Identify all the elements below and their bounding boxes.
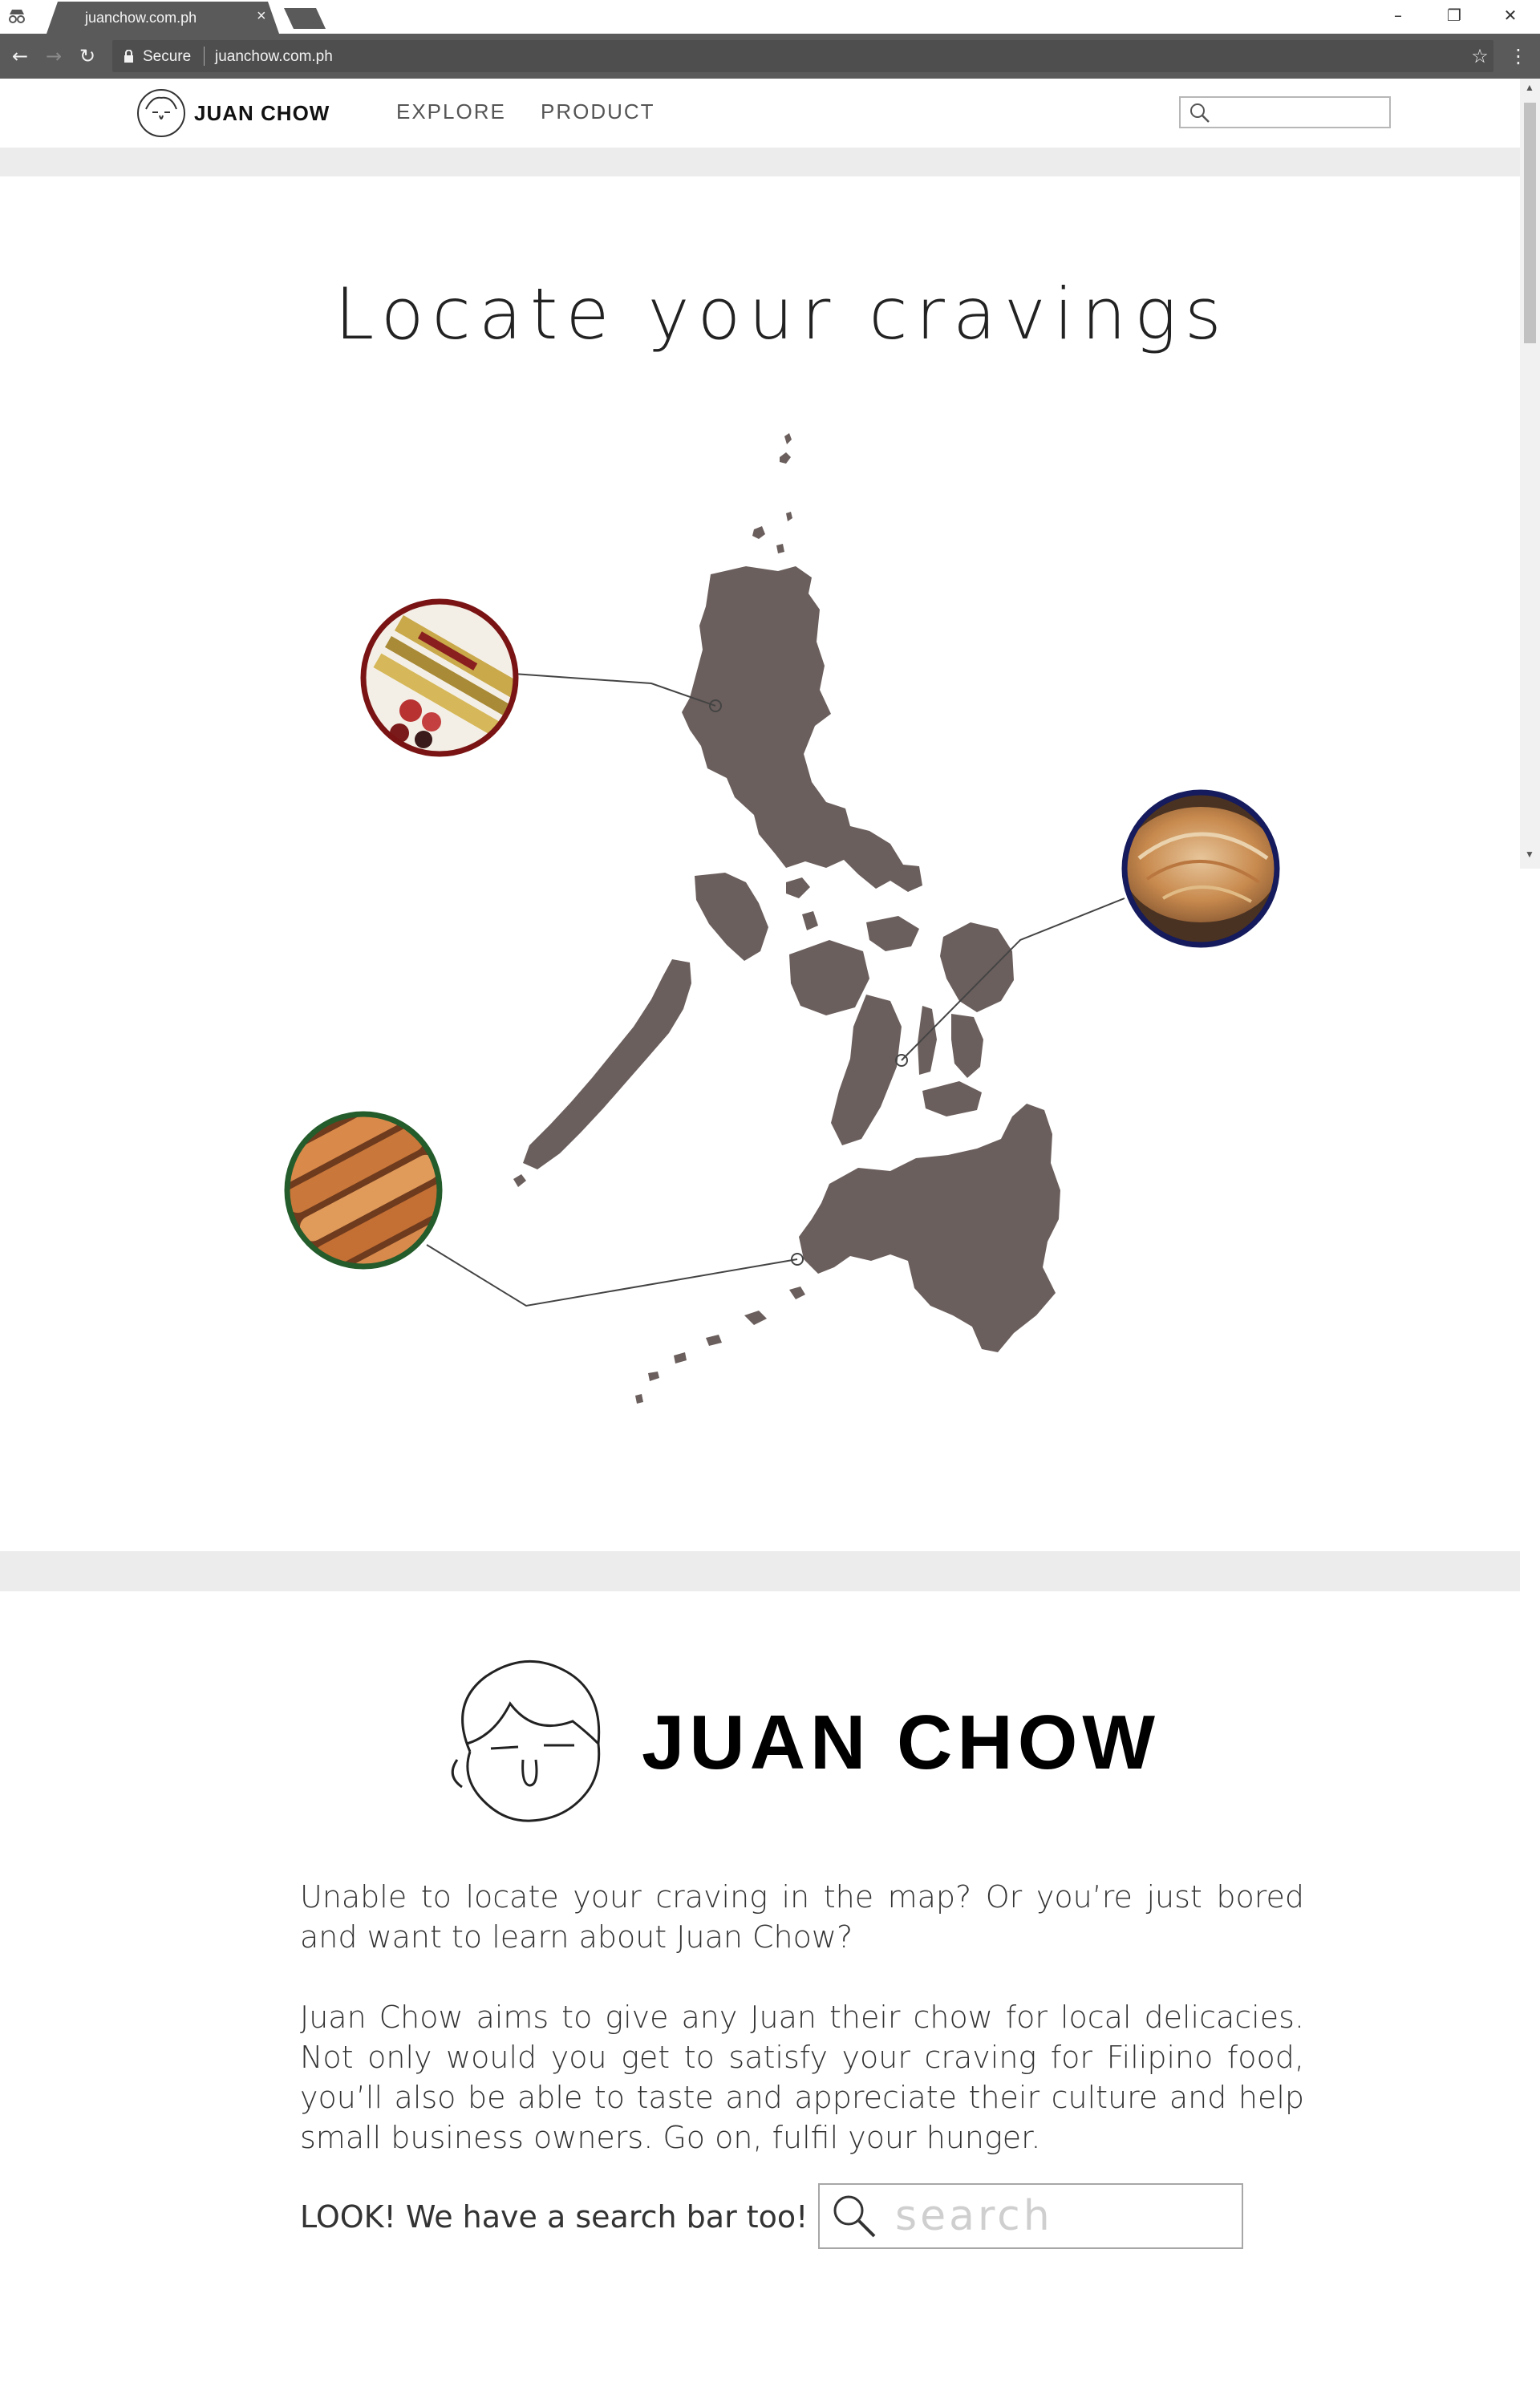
mindanao-craving-photo[interactable]	[265, 1094, 472, 1302]
lock-icon	[124, 50, 133, 63]
browser-menu-icon[interactable]: ⋮	[1505, 40, 1532, 72]
new-tab-button[interactable]	[284, 8, 326, 29]
browser-toolbar: ← → ↻ Secure juanchow.com.ph ☆ ⋮	[0, 34, 1540, 79]
secure-label: Secure	[143, 48, 192, 65]
search-icon	[1190, 103, 1210, 123]
scroll-up-arrow-icon[interactable]: ▲	[1525, 82, 1534, 93]
header-search[interactable]	[1179, 96, 1391, 128]
about-search-input[interactable]	[895, 2191, 1232, 2241]
page-scrollbar[interactable]: ▲ ▼	[1520, 79, 1540, 869]
url-text[interactable]: juanchow.com.ph	[215, 48, 333, 66]
juan-chow-face-icon	[451, 1659, 601, 1822]
visayas-craving-photo[interactable]	[1121, 789, 1283, 950]
search-prompt-text: LOOK! We have a search bar too!	[300, 2199, 808, 2235]
about-intro-text: Unable to locate your craving in the map…	[300, 1879, 1304, 1955]
url-separator	[204, 47, 205, 66]
tab-title: juanchow.com.ph	[85, 10, 197, 26]
logo-face-icon[interactable]	[136, 88, 186, 138]
minimize-button[interactable]: –	[1378, 3, 1418, 27]
luzon-craving-photo[interactable]	[360, 598, 535, 762]
back-button[interactable]: ←	[6, 42, 34, 71]
philippines-map	[265, 433, 1283, 1404]
about-logo-text: JUAN CHOW	[642, 1700, 1160, 1785]
about-mission-text: Juan Chow aims to give any Juan their ch…	[300, 2000, 1304, 2155]
divider-band-middle	[0, 1551, 1520, 1591]
incognito-icon	[9, 10, 25, 23]
reload-button[interactable]: ↻	[74, 42, 101, 71]
browser-tabstrip: juanchow.com.ph × – ❐ ✕	[0, 0, 1540, 34]
locate-title: Locate your cravings	[334, 273, 1230, 355]
scroll-down-arrow-icon[interactable]: ▼	[1525, 849, 1534, 860]
logo-text[interactable]: JUAN CHOW	[194, 101, 330, 126]
nav-product[interactable]: PRODUCT	[541, 99, 655, 124]
browser-tab[interactable]: juanchow.com.ph ×	[47, 2, 279, 34]
close-window-button[interactable]: ✕	[1490, 3, 1530, 27]
tab-close-icon[interactable]: ×	[257, 7, 266, 26]
search-icon	[833, 2195, 876, 2238]
divider-band-top	[0, 148, 1520, 176]
bookmark-star-icon[interactable]: ☆	[1466, 45, 1493, 67]
forward-button[interactable]: →	[40, 42, 67, 71]
map-landmass	[513, 433, 1060, 1404]
site-header: JUAN CHOW EXPLORE PRODUCT	[0, 79, 1520, 148]
header-search-input[interactable]	[1218, 101, 1378, 124]
restore-button[interactable]: ❐	[1434, 3, 1474, 27]
about-search[interactable]	[818, 2183, 1243, 2249]
address-bar[interactable]: Secure juanchow.com.ph ☆	[112, 40, 1493, 72]
nav-explore[interactable]: EXPLORE	[396, 99, 506, 124]
